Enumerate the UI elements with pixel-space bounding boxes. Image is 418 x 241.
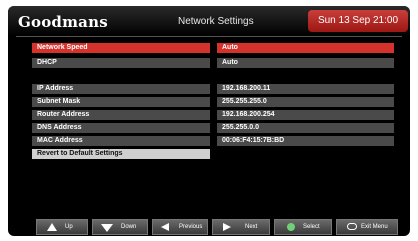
next-button[interactable]: Next — [212, 219, 270, 235]
arrow-up-icon — [47, 223, 57, 231]
setting-value-ip-address[interactable]: 192.168.200.11 — [217, 84, 394, 94]
exit-menu-label: Exit Menu — [361, 224, 388, 230]
setting-label-ip-address[interactable]: IP Address — [32, 84, 210, 94]
arrow-right-icon — [223, 223, 231, 231]
tv-screen: Goodmans Network Settings Sun 13 Sep 21:… — [0, 0, 418, 241]
header-bar: Goodmans Network Settings Sun 13 Sep 21:… — [8, 6, 410, 36]
setting-value-network-speed[interactable]: Auto — [217, 43, 394, 53]
remote-key-legend: Up Down Previous Next Select Exit Menu — [36, 219, 398, 235]
setting-value-dns-address[interactable]: 255.255.0.0 — [217, 123, 394, 133]
revert-default-button[interactable]: Revert to Default Settings — [32, 149, 210, 159]
setting-label-subnet-mask[interactable]: Subnet Mask — [32, 97, 210, 107]
setting-label-router-address[interactable]: Router Address — [32, 110, 210, 120]
setting-label-network-speed[interactable]: Network Speed — [32, 43, 210, 53]
up-button[interactable]: Up — [36, 219, 88, 235]
setting-label-dns-address[interactable]: DNS Address — [32, 123, 210, 133]
arrow-left-icon — [161, 223, 169, 231]
previous-button[interactable]: Previous — [152, 219, 208, 235]
setting-value-router-address[interactable]: 192.168.200.254 — [217, 110, 394, 120]
up-label: Up — [65, 224, 73, 230]
exit-key-icon — [347, 223, 357, 230]
down-label: Down — [121, 224, 137, 230]
down-button[interactable]: Down — [92, 219, 148, 235]
setting-label-mac-address: MAC Address — [32, 136, 210, 146]
setting-label-dhcp[interactable]: DHCP — [32, 58, 210, 68]
setting-value-mac-address: 00:06:F4:15:7B:BD — [217, 136, 394, 146]
arrow-down-icon — [101, 224, 113, 232]
ok-button-icon — [287, 223, 295, 231]
select-button[interactable]: Select — [274, 219, 332, 235]
next-label: Next — [245, 224, 258, 230]
select-label: Select — [303, 224, 320, 230]
brand-logo: Goodmans — [18, 13, 108, 31]
datetime-display: Sun 13 Sep 21:00 — [308, 10, 408, 32]
exit-menu-button[interactable]: Exit Menu — [336, 219, 398, 235]
previous-label: Previous — [179, 224, 203, 230]
menu-frame: Goodmans Network Settings Sun 13 Sep 21:… — [8, 6, 410, 236]
page-title: Network Settings — [178, 16, 254, 27]
setting-value-dhcp[interactable]: Auto — [217, 58, 394, 68]
header-divider — [16, 36, 402, 37]
setting-value-subnet-mask[interactable]: 255.255.255.0 — [217, 97, 394, 107]
